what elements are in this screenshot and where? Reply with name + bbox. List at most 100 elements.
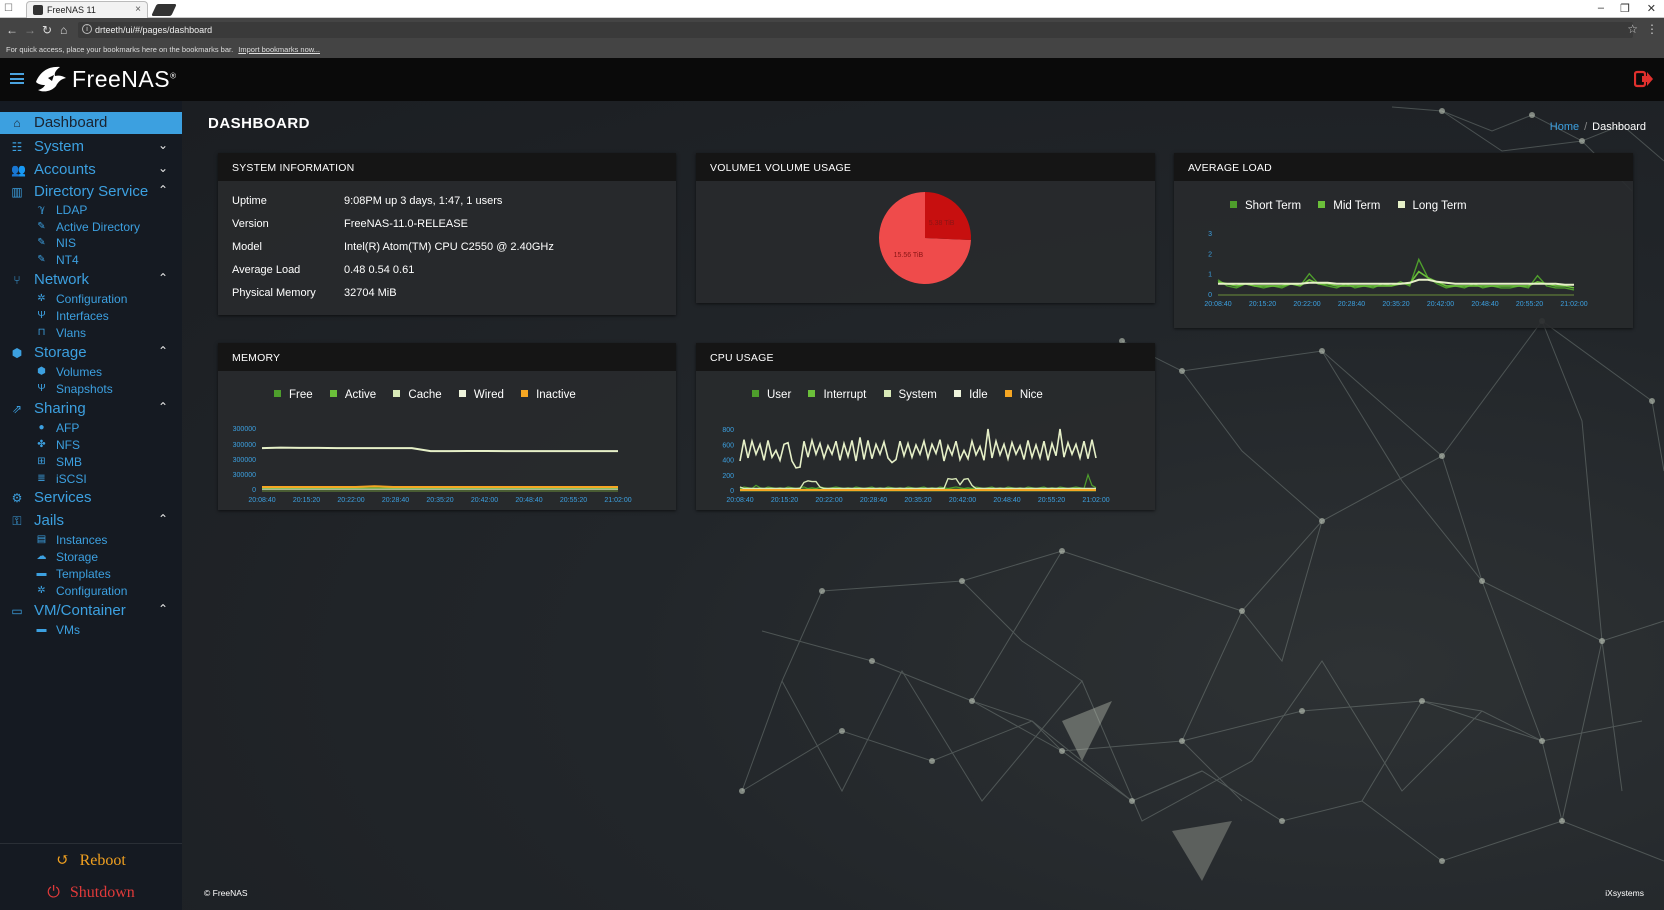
legend-item[interactable]: Idle [954,389,988,401]
sidebar-item-network[interactable]: ⑂ Network ⌃ [0,269,182,291]
x-tick-label: 20:08:40 [1204,301,1231,308]
sidebar-subitem-net-configuration[interactable]: ✲ Configuration [0,291,182,308]
series-line[interactable] [739,428,1097,469]
legend-item[interactable]: Short Term [1230,200,1301,212]
reload-icon[interactable]: ↻ [42,23,52,37]
legend-swatch [1230,201,1237,208]
sidebar-item-label: Accounts [34,161,96,178]
legend-item[interactable]: Cache [393,389,442,401]
bookmark-star-icon[interactable]: ☆ [1627,22,1638,36]
home-icon[interactable]: ⌂ [60,23,67,37]
sidebar-subitem-smb[interactable]: ⊞ SMB [0,454,182,471]
sidebar-subitem-nt4[interactable]: ✎ NT4 [0,252,182,269]
browser-tab[interactable]: FreeNAS 11 × [26,1,148,18]
series-line[interactable] [262,485,618,488]
footer-ixsystems-link[interactable]: iXsystems [1605,888,1644,898]
minimize-icon[interactable]: – [1598,2,1604,14]
card-title: MEMORY [218,343,676,371]
breadcrumb-home-link[interactable]: Home [1550,121,1579,133]
apple-icon: ● [38,422,45,433]
sidebar-item-storage[interactable]: ⬢ Storage ⌃ [0,342,182,364]
sidebar-item-dashboard[interactable]: ⌂ Dashboard [0,112,182,134]
sidebar-subitem-label: Templates [56,567,111,581]
sidebar-item-accounts[interactable]: 👥 Accounts ⌄ [0,159,182,181]
legend-item[interactable]: Active [329,389,376,401]
sidebar-subitem-nis[interactable]: ✎ NIS [0,235,182,252]
import-bookmarks-link[interactable]: Import bookmarks now... [238,45,320,54]
sidebar-subitem-vlans[interactable]: ⊓ Vlans [0,325,182,342]
legend-swatch [752,390,759,397]
legend-swatch [808,390,816,397]
sidebar-subitem-iscsi[interactable]: ≣ iSCSI [0,471,182,488]
legend-item[interactable]: Mid Term [1318,200,1380,212]
sidebar-subitem-jail-storage[interactable]: ☁ Storage [0,549,182,566]
x-tick-label: 20:42:00 [949,497,976,504]
chevron-up-icon: ⌃ [157,183,168,197]
window-menu-icon[interactable]: ☐ [4,3,16,15]
memory-card: MEMORY Free Active Cache Wired Inactive … [218,343,676,510]
y-tick-label: 1 [1208,272,1212,279]
series-line[interactable] [739,472,1097,490]
legend-item[interactable]: Inactive [521,389,576,401]
card-title: CPU USAGE [696,343,1155,371]
pie-slice-label: 15.56 TiB [894,252,924,259]
sidebar-item-sharing[interactable]: ⇗ Sharing ⌃ [0,398,182,420]
legend-item[interactable]: System [883,389,937,401]
hamburger-menu-icon[interactable] [10,73,24,84]
sidebar-item-services[interactable]: ⚙ Services [0,487,182,509]
x-tick-label: 20:35:20 [426,497,453,504]
sidebar-subitem-vms[interactable]: ▬ VMs [0,622,182,639]
bookmarks-bar: For quick access, place your bookmarks h… [0,42,1664,58]
sidebar-subitem-interfaces[interactable]: Ψ Interfaces [0,308,182,325]
page-title: DASHBOARD [208,115,310,132]
version-row: Version FreeNAS-11.0-RELEASE [232,218,468,230]
chevron-down-icon: ⌄ [157,138,168,152]
sidebar-subitem-nfs[interactable]: ✤ NFS [0,437,182,454]
new-tab-button[interactable] [151,4,177,16]
x-tick-label: 20:35:20 [904,497,931,504]
app-logo-text[interactable]: FreeNAS® [72,66,177,93]
shutdown-button[interactable]: ⏻ Shutdown [0,877,182,910]
legend-item[interactable]: Free [274,389,313,401]
sidebar-item-vm-container[interactable]: ▭ VM/Container ⌃ [0,600,182,622]
sidebar-subitem-label: Vlans [56,326,87,340]
sidebar-item-system[interactable]: ☷ System ⌄ [0,136,182,158]
sidebar-subitem-volumes[interactable]: ⬢ Volumes [0,364,182,381]
average-load-row: Average Load 0.48 0.54 0.61 [232,264,414,276]
memory-line-chart: 0 300000 300000 300000 300000 20:08:40 20:15:2… [233,426,632,504]
legend-item[interactable]: Nice [1004,389,1043,401]
sidebar-item-jails[interactable]: ⚿ Jails ⌃ [0,510,182,532]
legend-item[interactable]: Wired [458,389,504,401]
site-info-icon[interactable]: i [82,24,92,34]
reboot-button[interactable]: ↺ Reboot [0,843,182,875]
sidebar-subitem-instances[interactable]: ▤ Instances [0,532,182,549]
sidebar-subitem-active-directory[interactable]: ✎ Active Directory [0,219,182,236]
logout-icon[interactable] [1634,70,1654,88]
back-icon[interactable]: ← [6,23,18,37]
model-label: Model [232,241,262,253]
series-line[interactable] [1218,278,1574,286]
x-tick-label: 20:28:40 [1338,301,1365,308]
browser-menu-icon[interactable]: ⋮ [1646,22,1658,36]
sidebar-item-directory-service[interactable]: ▥ Directory Service ⌃ [0,181,182,203]
legend-item[interactable]: Interrupt [808,389,866,401]
restore-icon[interactable]: ❐ [1620,2,1630,15]
forward-icon[interactable]: → [24,23,36,37]
legend-label: Inactive [536,389,576,401]
x-tick-label: 20:15:20 [1249,301,1276,308]
chevron-down-icon: ⌄ [157,161,168,175]
sidebar-subitem-templates[interactable]: ▬ Templates [0,566,182,583]
close-tab-icon[interactable]: × [135,4,141,15]
legend-item[interactable]: User [752,389,791,401]
series-line[interactable] [1217,270,1575,289]
close-window-icon[interactable]: ✕ [1647,2,1656,15]
sidebar-subitem-ldap[interactable]: ℽ LDAP [0,202,182,219]
legend-label: Nice [1019,389,1043,401]
pie-slice[interactable] [925,192,971,241]
series-line[interactable] [261,446,618,453]
url-input[interactable]: i drteeth/ui/#/pages/dashboard [78,22,1633,38]
sidebar-subitem-afp[interactable]: ● AFP [0,420,182,437]
legend-item[interactable]: Long Term [1397,200,1467,212]
sidebar-subitem-snapshots[interactable]: Ψ Snapshots [0,381,182,398]
sidebar-subitem-jail-configuration[interactable]: ✲ Configuration [0,583,182,600]
